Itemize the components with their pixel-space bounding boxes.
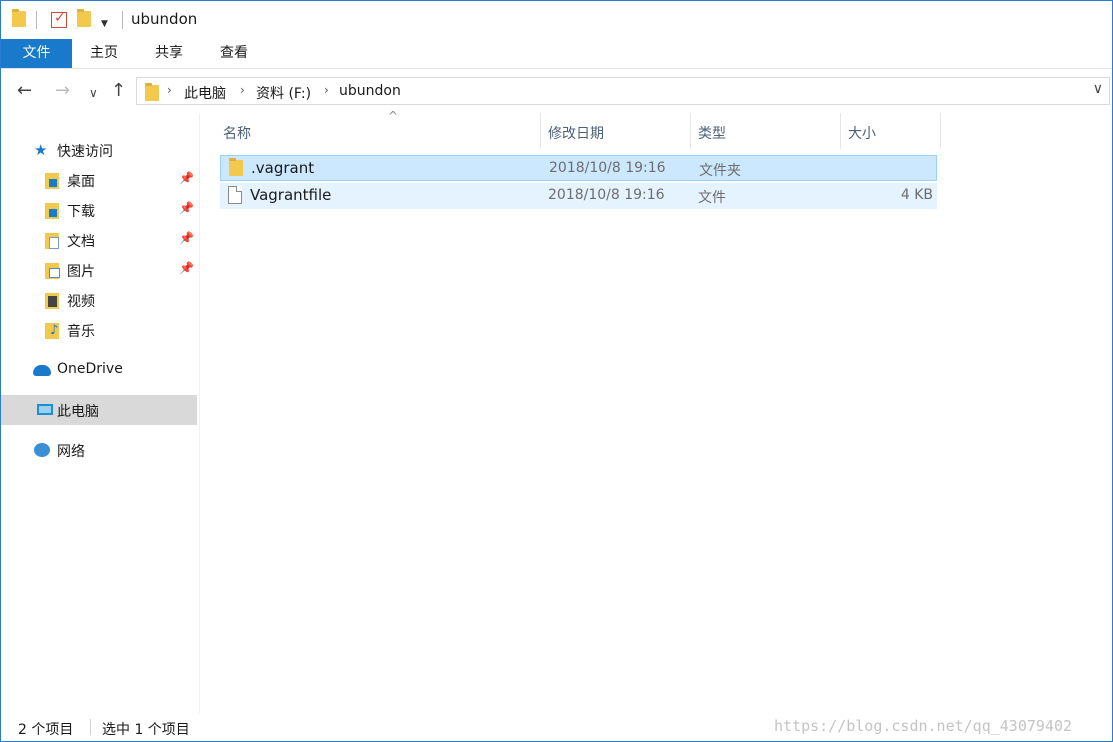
chevron-right-icon[interactable]: › [240,83,245,97]
file-type: 文件夹 [699,163,741,179]
back-arrow-icon[interactable]: ← [17,81,32,101]
sidebar-item-desktop[interactable]: 桌面 📌 [1,165,197,195]
file-type: 文件 [698,190,726,206]
chevron-right-icon[interactable]: › [167,83,172,97]
music-icon [45,323,59,339]
sidebar-item-label: 快速访问 [57,144,113,160]
documents-icon [45,233,59,249]
forward-arrow-icon[interactable]: → [55,81,70,101]
sidebar-item-label: 文档 [67,234,95,250]
status-divider [90,719,91,735]
sidebar-item-pictures[interactable]: 图片 📌 [1,255,197,285]
watermark-text: https://blog.csdn.net/qq_43079402 [774,717,1073,735]
column-header-name[interactable]: ^ 名称 [216,109,541,149]
selected-count: 选中 1 个项目 [102,722,190,738]
item-count: 2 个项目 [18,722,74,738]
file-date: 2018/10/8 19:16 [549,160,666,176]
sidebar-item-music[interactable]: 音乐 [1,315,197,345]
column-divider[interactable] [940,113,941,149]
customize-toolbar-icon[interactable]: ▼ [101,14,108,30]
sort-ascending-icon: ^ [388,109,399,123]
pin-icon: 📌 [179,201,194,215]
pin-icon: 📌 [179,261,194,275]
desktop-icon [45,173,59,189]
star-icon: ★ [34,141,48,159]
table-row[interactable]: Vagrantfile 2018/10/8 19:16 文件 4 KB [220,183,937,209]
sidebar-item-quick-access[interactable]: ★ 快速访问 [1,135,197,165]
cloud-icon [33,365,51,376]
tab-view[interactable]: 查看 [211,39,257,68]
title-bar: ▼ ubundon [1,1,1112,39]
file-size: 4 KB [900,187,933,203]
column-header-label: 修改日期 [548,126,604,142]
tab-home[interactable]: 主页 [81,39,127,68]
sidebar-item-downloads[interactable]: 下载 📌 [1,195,197,225]
folder-icon [229,158,243,176]
table-row[interactable]: .vagrant 2018/10/8 19:16 文件夹 [220,155,937,181]
file-list: ^ 名称 修改日期 类型 大小 .vagrant 2018/10/8 19:16… [201,109,1112,713]
column-header-date[interactable]: 修改日期 [541,113,691,149]
pin-icon: 📌 [179,171,194,185]
properties-icon[interactable] [51,10,67,28]
breadcrumb-this-pc[interactable]: 此电脑 [184,83,226,103]
sidebar-item-label: 桌面 [67,174,95,190]
sidebar-item-videos[interactable]: 视频 [1,285,197,315]
videos-icon [45,293,59,309]
file-date: 2018/10/8 19:16 [548,187,665,203]
title-separator [122,11,123,29]
file-icon [228,186,242,204]
pictures-icon [45,263,60,279]
network-icon [34,443,50,457]
navigation-pane: ★ 快速访问 桌面 📌 下载 📌 文档 📌 图片 📌 视频 ♪ 音乐 OneDr… [1,113,200,713]
sidebar-item-label: 下载 [67,204,95,220]
column-header-type[interactable]: 类型 [691,113,841,149]
chevron-right-icon[interactable]: › [324,83,329,97]
recent-locations-chevron-icon[interactable]: ∨ [89,83,98,103]
address-folder-icon [145,83,159,101]
up-arrow-icon[interactable]: ↑ [111,81,126,101]
pin-icon: 📌 [179,231,194,245]
folder-icon [12,9,26,27]
sidebar-item-label: OneDrive [57,361,123,377]
sidebar-item-network[interactable]: 网络 [1,435,197,465]
address-bar[interactable]: › 此电脑 › 资料 (F:) › ubundon ∨ [136,77,1110,105]
breadcrumb-drive[interactable]: 资料 (F:) [256,83,311,103]
address-dropdown-icon[interactable]: ∨ [1093,81,1103,97]
breadcrumb-ubundon[interactable]: ubundon [339,83,401,99]
sidebar-item-label: 网络 [57,444,85,460]
ribbon-tabs: 文件 主页 共享 查看 [1,39,1112,69]
file-name: Vagrantfile [250,186,332,204]
sidebar-item-label: 视频 [67,294,95,310]
toolbar-separator [36,11,37,29]
computer-icon [37,404,53,415]
sidebar-item-onedrive[interactable]: OneDrive [1,355,197,385]
new-folder-icon[interactable] [77,9,91,27]
status-bar: 2 个项目 选中 1 个项目 https://blog.csdn.net/qq_… [1,713,1112,741]
column-header-label: 类型 [698,126,726,142]
column-header-label: 大小 [848,126,876,142]
column-header-label: 名称 [223,126,251,142]
navigation-bar: ← → ∨ ↑ › 此电脑 › 资料 (F:) › ubundon ∨ [1,69,1112,113]
tab-file[interactable]: 文件 [1,39,72,68]
sidebar-item-label: 音乐 [67,324,95,340]
sidebar-item-label: 图片 [67,264,95,280]
sidebar-item-documents[interactable]: 文档 📌 [1,225,197,255]
downloads-icon [45,203,59,219]
file-name: .vagrant [251,159,315,177]
window-title: ubundon [131,10,198,28]
tab-share[interactable]: 共享 [146,39,192,68]
sidebar-item-this-pc[interactable]: 此电脑 [1,395,197,425]
sidebar-item-label: 此电脑 [57,404,99,420]
column-header-size[interactable]: 大小 [841,113,941,149]
explorer-window: ▼ ubundon 文件 主页 共享 查看 ← → ∨ ↑ › 此电脑 › 资料… [0,0,1113,742]
